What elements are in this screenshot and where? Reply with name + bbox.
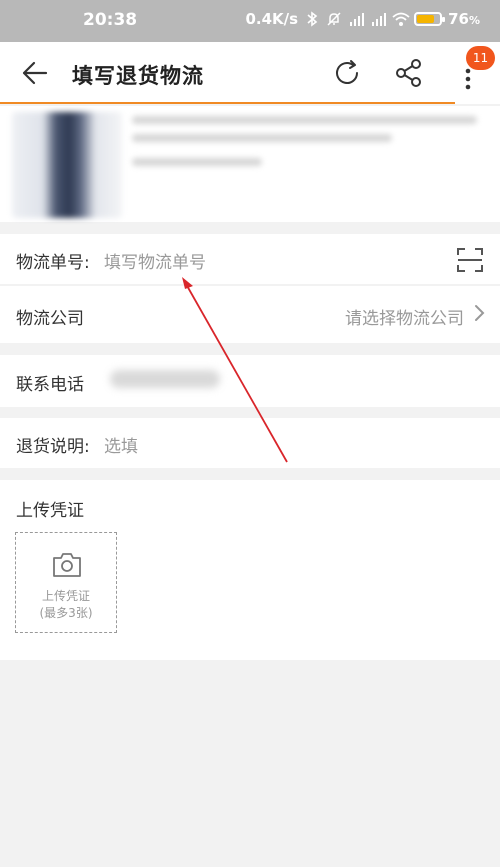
notification-badge: 11 — [466, 46, 495, 70]
logistics-company-label: 物流公司 — [16, 309, 84, 329]
status-time: 20:38 — [83, 10, 138, 30]
battery-percent: 76% — [448, 10, 480, 28]
logistics-company-select[interactable]: 请选择物流公司 — [345, 304, 464, 329]
status-indicators: 0.4K/s 76% — [245, 10, 480, 28]
upload-proof-title: 上传凭证 — [16, 501, 84, 521]
tracking-number-input[interactable]: 填写物流单号 — [104, 248, 206, 273]
tracking-number-row: 物流单号: 填写物流单号 — [0, 234, 500, 284]
scan-icon[interactable] — [456, 246, 484, 274]
refresh-icon[interactable] — [331, 57, 363, 89]
product-image — [12, 112, 122, 218]
share-icon[interactable] — [393, 57, 425, 89]
mute-icon — [326, 11, 342, 27]
nav-bar: 填写退货物流 — [0, 42, 500, 104]
upload-proof-hint: (最多3张) — [39, 606, 93, 620]
product-spec-line — [132, 158, 262, 166]
bluetooth-icon — [304, 11, 320, 27]
product-title-line — [132, 134, 392, 142]
page-load-progress — [0, 102, 455, 104]
back-arrow-icon[interactable] — [18, 58, 50, 88]
battery-icon — [414, 12, 446, 26]
return-note-label: 退货说明: — [16, 437, 90, 457]
return-note-row: 退货说明: 选填 — [0, 418, 500, 468]
upload-proof-section: 上传凭证 上传凭证 (最多3张) — [0, 480, 500, 660]
tracking-number-label: 物流单号: — [16, 253, 90, 273]
product-card — [0, 106, 500, 222]
battery-level — [417, 15, 434, 23]
chevron-right-icon — [472, 304, 486, 322]
return-note-input[interactable]: 选填 — [104, 432, 138, 457]
upload-proof-button[interactable]: 上传凭证 (最多3张) — [15, 532, 117, 633]
contact-phone-row: 联系电话 — [0, 355, 500, 407]
camera-icon — [51, 551, 83, 579]
hd-signal-icon — [348, 11, 365, 27]
contact-phone-value[interactable] — [110, 370, 220, 388]
wifi-icon — [392, 11, 410, 27]
contact-phone-label: 联系电话 — [16, 375, 84, 395]
product-title-line — [132, 116, 477, 124]
logistics-company-row[interactable]: 物流公司 请选择物流公司 — [0, 286, 500, 343]
upload-proof-label: 上传凭证 — [41, 589, 90, 603]
hd-signal-icon — [370, 11, 387, 27]
status-bar: 20:38 0.4K/s 76% — [0, 0, 500, 42]
network-speed: 0.4K/s — [245, 10, 299, 28]
page-title: 填写退货物流 — [72, 64, 204, 88]
